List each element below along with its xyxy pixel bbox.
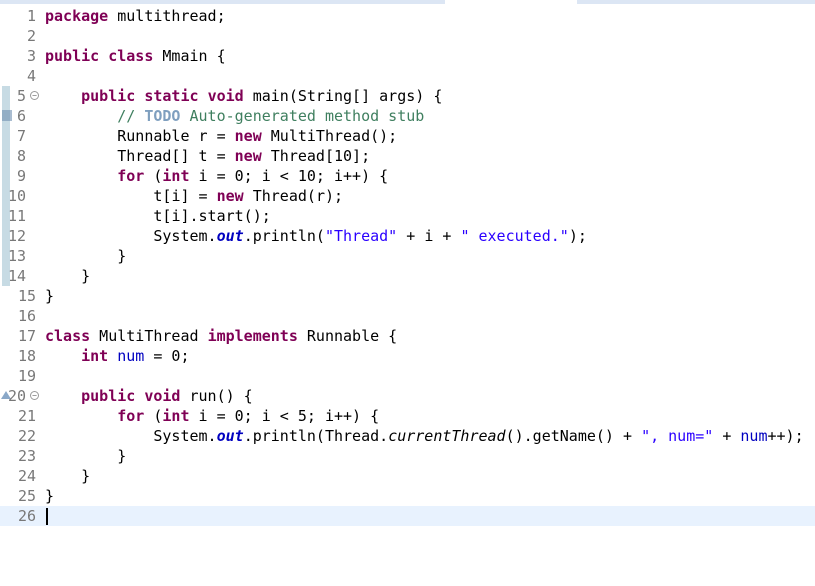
line-number: 6 xyxy=(16,107,26,125)
line-number: 2 xyxy=(26,27,36,45)
line-number: 12 xyxy=(7,227,26,245)
code-line-25[interactable]: 25 } xyxy=(0,486,815,506)
line-number: 21 xyxy=(17,407,36,425)
line-number: 4 xyxy=(26,67,36,85)
line-number: 14 xyxy=(7,267,26,285)
code-line-8[interactable]: 8 Thread[] t = new Thread[10]; xyxy=(0,146,815,166)
text-caret xyxy=(46,508,48,525)
line-number: 7 xyxy=(16,127,26,145)
code-line-20[interactable]: 20 − public void run() { xyxy=(0,386,815,406)
code-line-9[interactable]: 9 for (int i = 0; i < 10; i++) { xyxy=(0,166,815,186)
code-area[interactable]: 1 package multithread; 2 3 public class … xyxy=(0,6,815,526)
line-number: 15 xyxy=(17,287,36,305)
line-number: 8 xyxy=(16,147,26,165)
line-number: 11 xyxy=(7,207,26,225)
line-number: 23 xyxy=(17,447,36,465)
line-number: 16 xyxy=(17,307,36,325)
code-line-10[interactable]: 10 t[i] = new Thread(r); xyxy=(0,186,815,206)
code-line-21[interactable]: 21 for (int i = 0; i < 5; i++) { xyxy=(0,406,815,426)
code-line-12[interactable]: 12 System.out.println("Thread" + i + " e… xyxy=(0,226,815,246)
line-number: 3 xyxy=(26,47,36,65)
line-number: 18 xyxy=(17,347,36,365)
editor-tab-strip xyxy=(0,0,815,4)
fold-collapse-icon[interactable]: − xyxy=(30,91,39,100)
tab-strip-right xyxy=(577,0,815,4)
code-line-14[interactable]: 14 } xyxy=(0,266,815,286)
code-line-16[interactable]: 16 xyxy=(0,306,815,326)
code-line-4[interactable]: 4 xyxy=(0,66,815,86)
code-line-26-current[interactable]: 26 xyxy=(0,506,815,526)
code-line-5[interactable]: 5 − public static void main(String[] arg… xyxy=(0,86,815,106)
line-number: 13 xyxy=(7,247,26,265)
code-line-7[interactable]: 7 Runnable r = new MultiThread(); xyxy=(0,126,815,146)
line-number: 19 xyxy=(17,367,36,385)
line-number: 17 xyxy=(17,327,36,345)
code-line-13[interactable]: 13 } xyxy=(0,246,815,266)
code-line-1[interactable]: 1 package multithread; xyxy=(0,6,815,26)
code-line-22[interactable]: 22 System.out.println(Thread.currentThre… xyxy=(0,426,815,446)
code-line-17[interactable]: 17 class MultiThread implements Runnable… xyxy=(0,326,815,346)
line-number: 24 xyxy=(17,467,36,485)
code-editor[interactable]: 1 package multithread; 2 3 public class … xyxy=(0,0,815,532)
code-line-15[interactable]: 15 } xyxy=(0,286,815,306)
code-line-3[interactable]: 3 public class Mmain { xyxy=(0,46,815,66)
code-line-11[interactable]: 11 t[i].start(); xyxy=(0,206,815,226)
tab-strip-left xyxy=(0,0,445,4)
code-line-23[interactable]: 23 } xyxy=(0,446,815,466)
code-line-18[interactable]: 18 int num = 0; xyxy=(0,346,815,366)
code-line-6[interactable]: 6 // TODO Auto-generated method stub xyxy=(0,106,815,126)
line-number: 10 xyxy=(7,187,26,205)
line-number: 26 xyxy=(17,507,36,525)
line-number: 9 xyxy=(16,167,26,185)
line-number: 22 xyxy=(17,427,36,445)
line-number: 1 xyxy=(26,7,36,25)
code-line-24[interactable]: 24 } xyxy=(0,466,815,486)
fold-collapse-icon[interactable]: − xyxy=(30,391,39,400)
line-number: 25 xyxy=(17,487,36,505)
code-line-19[interactable]: 19 xyxy=(0,366,815,386)
code-line-2[interactable]: 2 xyxy=(0,26,815,46)
keyword: package xyxy=(45,7,109,25)
